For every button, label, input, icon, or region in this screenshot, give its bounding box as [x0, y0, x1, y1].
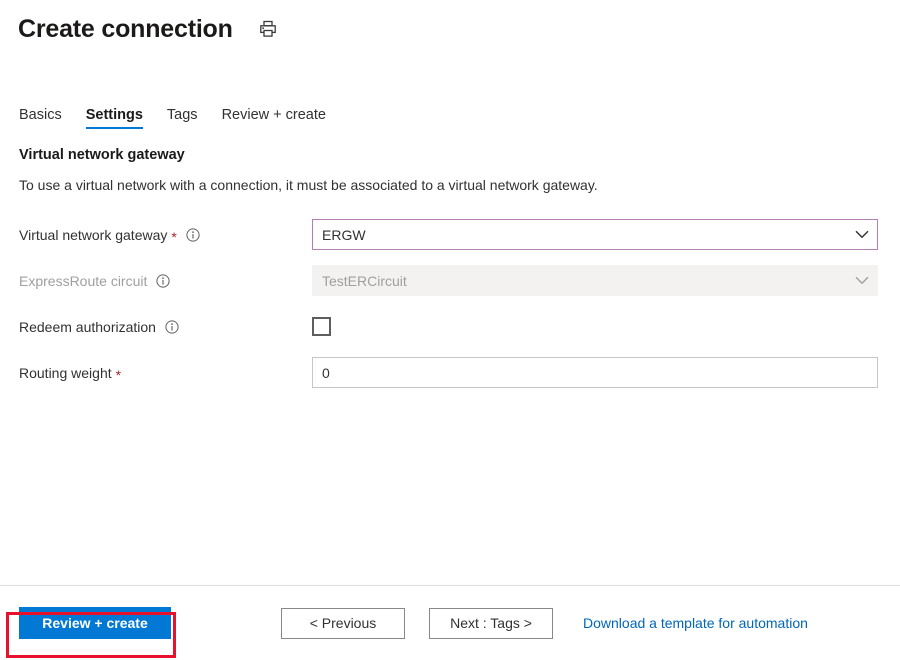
field-virtual-network-gateway: ERGW	[312, 219, 878, 250]
label-text: ExpressRoute circuit	[19, 273, 147, 289]
review-create-button[interactable]: Review + create	[19, 607, 171, 639]
label-text: Routing weight	[19, 365, 112, 381]
routing-weight-input[interactable]: 0	[312, 357, 878, 388]
label-routing-weight: Routing weight *	[19, 365, 312, 381]
chevron-down-icon	[855, 276, 869, 285]
tab-review-create[interactable]: Review + create	[222, 107, 326, 129]
label-virtual-network-gateway: Virtual network gateway *	[19, 227, 312, 243]
field-row-routing-weight: Routing weight * 0	[19, 357, 900, 388]
chevron-down-icon	[855, 230, 869, 239]
tab-settings[interactable]: Settings	[86, 107, 143, 129]
section-virtual-network-gateway: Virtual network gateway To use a virtual…	[0, 147, 900, 193]
field-redeem-authorization	[312, 317, 878, 336]
field-expressroute-circuit: TestERCircuit	[312, 265, 878, 296]
virtual-network-gateway-value: ERGW	[322, 227, 855, 243]
tab-tags[interactable]: Tags	[167, 107, 198, 129]
redeem-authorization-checkbox[interactable]	[312, 317, 331, 336]
page-header: Create connection	[0, 0, 900, 48]
field-routing-weight: 0	[312, 357, 878, 388]
label-expressroute-circuit: ExpressRoute circuit	[19, 273, 312, 289]
download-template-link[interactable]: Download a template for automation	[583, 615, 808, 631]
info-icon[interactable]	[156, 274, 170, 288]
virtual-network-gateway-dropdown[interactable]: ERGW	[312, 219, 878, 250]
tab-bar: Basics Settings Tags Review + create	[0, 97, 900, 129]
footer-action-bar: Review + create < Previous Next : Tags >…	[0, 586, 900, 660]
previous-button[interactable]: < Previous	[281, 608, 405, 639]
next-tags-button[interactable]: Next : Tags >	[429, 608, 553, 639]
section-title: Virtual network gateway	[19, 147, 900, 163]
label-text: Virtual network gateway	[19, 227, 167, 243]
field-row-expressroute-circuit: ExpressRoute circuit TestERCircuit	[19, 265, 900, 296]
tab-basics[interactable]: Basics	[19, 107, 62, 129]
label-redeem-authorization: Redeem authorization	[19, 319, 312, 335]
print-icon[interactable]	[255, 16, 281, 42]
info-icon[interactable]	[186, 228, 200, 242]
settings-form: Virtual network gateway * ERGW	[0, 219, 900, 388]
required-indicator: *	[116, 368, 121, 382]
info-icon[interactable]	[165, 320, 179, 334]
page-title: Create connection	[18, 14, 233, 44]
section-description: To use a virtual network with a connecti…	[19, 177, 900, 193]
expressroute-circuit-value: TestERCircuit	[322, 273, 855, 289]
field-row-virtual-network-gateway: Virtual network gateway * ERGW	[19, 219, 900, 250]
label-text: Redeem authorization	[19, 319, 156, 335]
expressroute-circuit-dropdown: TestERCircuit	[312, 265, 878, 296]
required-indicator: *	[171, 230, 176, 244]
field-row-redeem-authorization: Redeem authorization	[19, 311, 900, 342]
